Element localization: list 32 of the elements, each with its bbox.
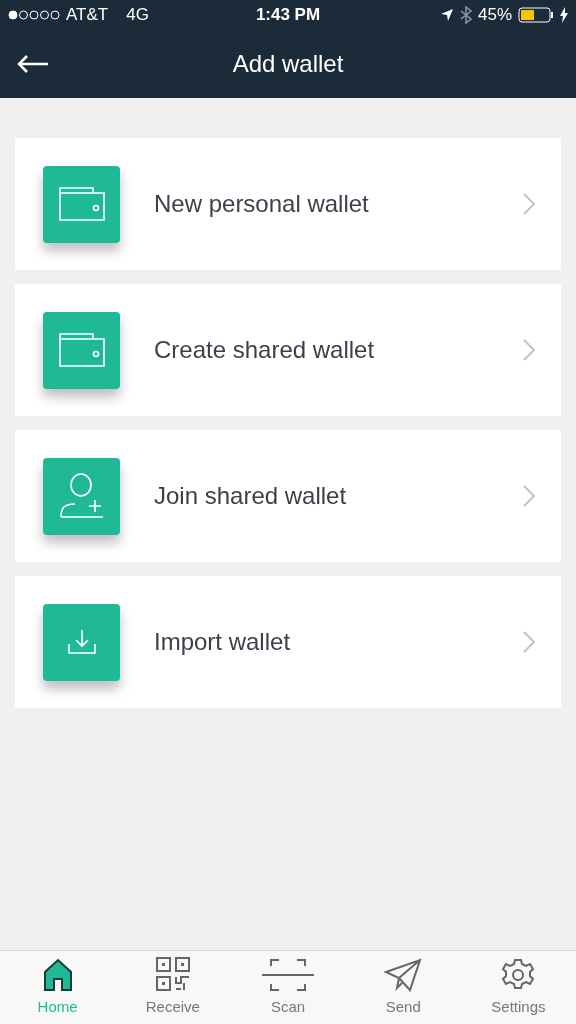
bluetooth-icon <box>459 6 472 24</box>
home-icon <box>42 957 73 992</box>
carrier-name: AT&T <box>66 4 109 27</box>
wallet-icon <box>57 332 106 368</box>
download-icon <box>66 628 97 656</box>
settings-icon <box>501 957 536 992</box>
charging-icon <box>560 7 568 23</box>
signal-icon <box>8 10 60 20</box>
menu-item[interactable]: Join shared wallet <box>15 430 561 562</box>
clock-time: 1:43 PM <box>255 4 321 27</box>
battery-percent: 45% <box>477 4 512 27</box>
location-icon <box>439 8 454 22</box>
tab[interactable]: Receive <box>115 951 231 1024</box>
tab[interactable]: Home <box>0 951 116 1024</box>
tab[interactable]: Send <box>345 951 461 1024</box>
chevron-icon <box>523 339 535 361</box>
chevron-icon <box>523 485 535 507</box>
page-title: Add wallet <box>232 49 344 79</box>
chevron-icon <box>523 193 535 215</box>
paper-plane-icon <box>384 957 423 992</box>
qr-code-icon <box>154 955 191 992</box>
wallet-icon <box>57 186 106 222</box>
menu-item[interactable]: Import wallet <box>15 576 561 708</box>
scan-icon <box>261 957 315 992</box>
network-type: 4G <box>126 4 149 27</box>
tab[interactable]: Settings <box>460 951 576 1024</box>
user-add-icon <box>58 473 105 519</box>
tab[interactable]: Scan <box>230 951 346 1024</box>
menu-item[interactable]: Create shared wallet <box>15 284 561 416</box>
chevron-icon <box>523 631 535 653</box>
menu-item[interactable]: New personal wallet <box>15 138 561 270</box>
battery-icon <box>518 7 554 23</box>
